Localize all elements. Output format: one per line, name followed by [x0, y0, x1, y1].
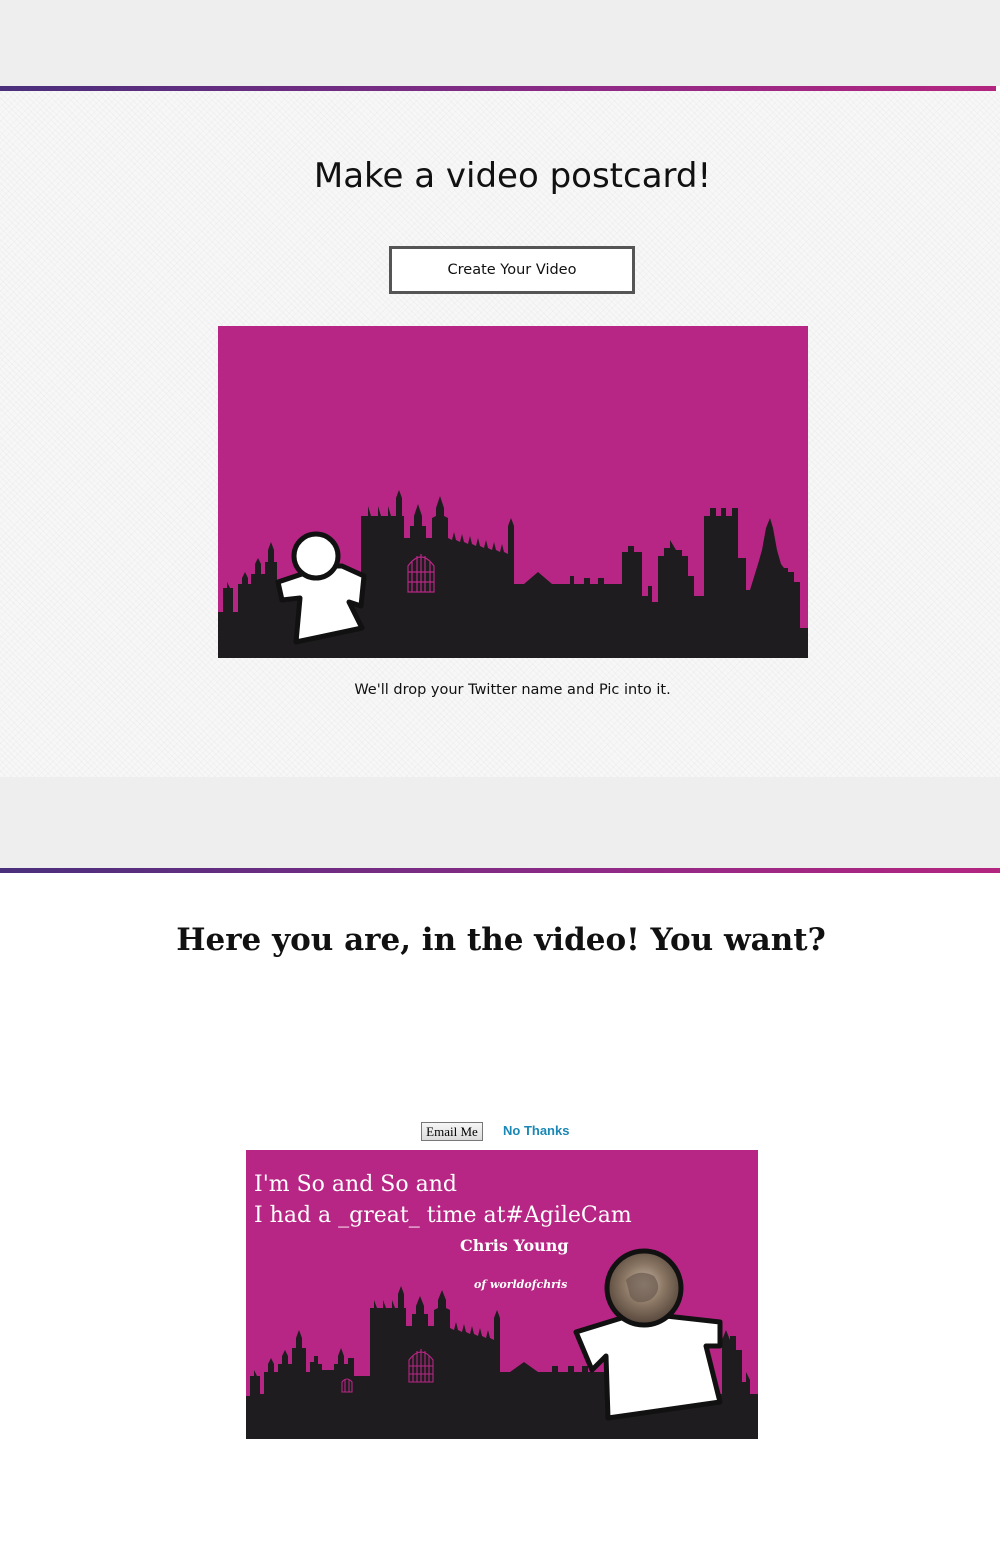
postcard-line-2: I had a _great_ time at#AgileCam: [254, 1203, 632, 1228]
no-thanks-link[interactable]: No Thanks: [503, 1123, 569, 1138]
page-title: Make a video postcard!: [313, 156, 712, 196]
middle-divider-line: [0, 868, 1000, 873]
postcard-line-1: I'm So and So and: [254, 1172, 457, 1197]
email-me-button[interactable]: Email Me: [421, 1122, 483, 1141]
preview-caption: We'll drop your Twitter name and Pic int…: [354, 682, 671, 698]
postcard-user-name: Chris Young: [460, 1236, 569, 1255]
personalized-video-preview: I'm So and So and I had a _great_ time a…: [246, 1150, 758, 1439]
create-video-button[interactable]: Create Your Video: [389, 246, 635, 294]
video-template-preview: [218, 326, 808, 658]
postcard-twitter-handle: of worldofchris: [474, 1278, 568, 1291]
result-heading: Here you are, in the video! You want?: [176, 922, 826, 958]
top-gray-band: [0, 0, 1000, 86]
middle-gray-band: [0, 777, 1000, 868]
